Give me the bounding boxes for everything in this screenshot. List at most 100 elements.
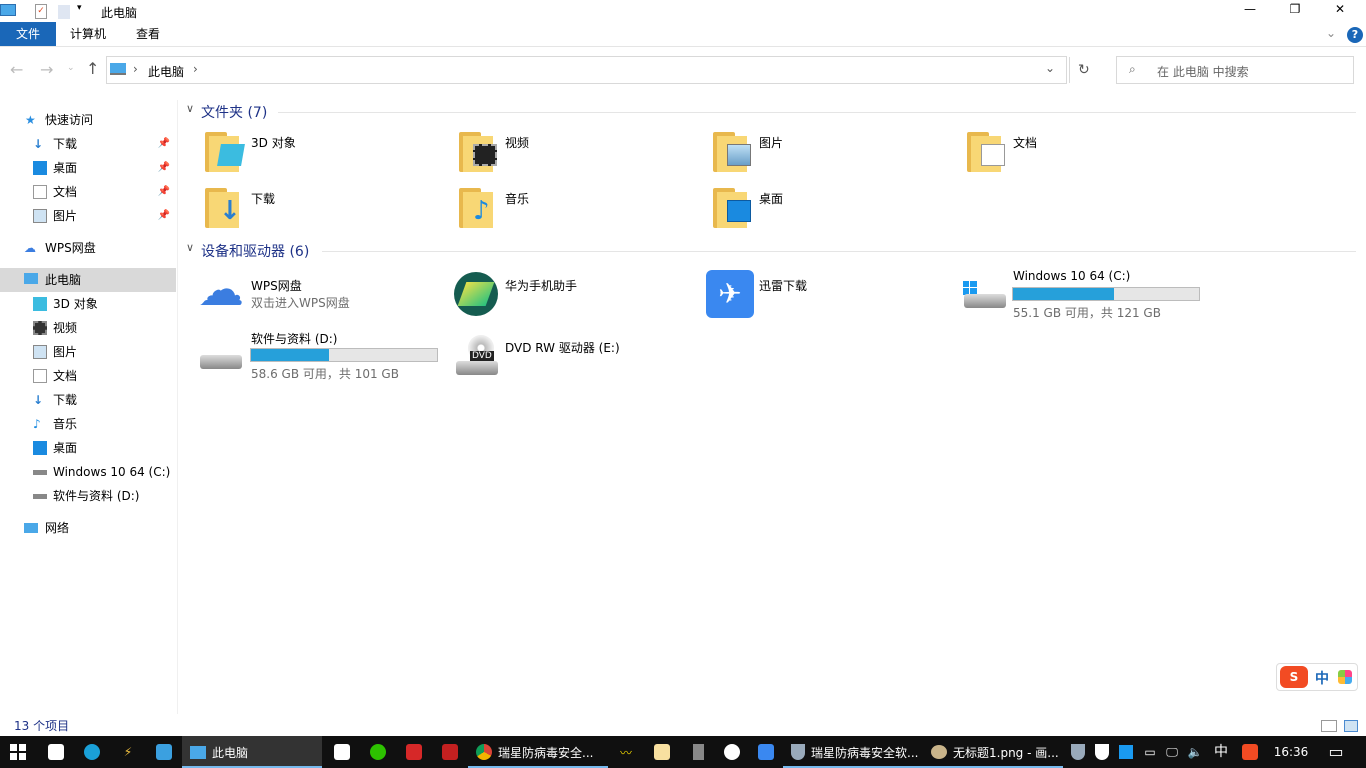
tray-security-icon[interactable] xyxy=(1092,736,1112,768)
pin-icon[interactable]: 📌 xyxy=(158,204,170,228)
action-center-button[interactable]: ▭ xyxy=(1318,736,1354,768)
note-app-icon[interactable] xyxy=(646,736,678,768)
expand-ribbon-icon[interactable]: ⌄ xyxy=(1326,26,1336,40)
nav-this-pc[interactable]: 此电脑 xyxy=(0,268,176,292)
pin-icon[interactable]: 📌 xyxy=(158,132,170,156)
autocad-icon[interactable] xyxy=(434,736,466,768)
wps-icon[interactable] xyxy=(398,736,430,768)
details-view-button[interactable] xyxy=(1321,720,1337,732)
new-folder-icon[interactable] xyxy=(58,5,70,19)
battery-icon[interactable]: ▭ xyxy=(1140,736,1160,768)
chevron-down-icon[interactable]: ∨ xyxy=(186,241,194,254)
taskbar-paint-window[interactable]: 无标题1.png - 画... xyxy=(923,736,1063,768)
ime-toolbar[interactable]: S 中 xyxy=(1276,663,1358,691)
nav-item-desktop[interactable]: 桌面 xyxy=(0,436,176,460)
quick-access-dropdown-icon[interactable]: ▾ xyxy=(77,3,82,13)
network-icon[interactable]: 🖵 xyxy=(1162,736,1182,768)
tray-app-icon[interactable] xyxy=(1116,736,1136,768)
up-button[interactable]: ↑ xyxy=(86,59,99,78)
nav-item-videos[interactable]: 视频 xyxy=(0,316,176,340)
nav-item-downloads[interactable]: ↓ 下载 xyxy=(0,388,176,412)
edge-icon[interactable] xyxy=(76,736,108,768)
xunlei-bird-icon: ✈ xyxy=(706,270,754,318)
large-icons-view-button[interactable] xyxy=(1344,720,1358,732)
forward-button[interactable]: → xyxy=(40,60,53,79)
nav-quick-access[interactable]: ★ 快速访问 xyxy=(0,108,176,132)
back-button[interactable]: ← xyxy=(10,60,23,79)
tab-computer[interactable]: 计算机 xyxy=(60,22,116,46)
minimize-button[interactable]: — xyxy=(1230,2,1270,16)
maximize-button[interactable]: ❐ xyxy=(1275,2,1315,16)
chevron-right-icon[interactable]: › xyxy=(193,62,198,76)
chevron-down-icon[interactable]: ∨ xyxy=(186,102,194,115)
nav-item-pictures[interactable]: 图片 xyxy=(0,340,176,364)
sogou-tray-icon[interactable] xyxy=(1240,736,1260,768)
tray-rising-icon[interactable] xyxy=(1068,736,1088,768)
nav-item-drive-c[interactable]: Windows 10 64 (C:) xyxy=(0,460,176,484)
drive-d[interactable]: 软件与资料 (D:) 58.6 GB 可用，共 101 GB xyxy=(198,327,448,381)
device-wps-cloud[interactable]: ☁ WPS网盘 双击进入WPS网盘 xyxy=(198,264,448,320)
recent-dropdown[interactable]: ⌄ xyxy=(67,63,75,73)
ime-indicator[interactable]: 中 xyxy=(1210,736,1232,768)
chevron-right-icon[interactable]: › xyxy=(133,62,138,76)
volume-icon[interactable]: 🔈 xyxy=(1185,736,1205,768)
help-button[interactable]: ? xyxy=(1347,27,1363,43)
calculator-icon[interactable] xyxy=(682,736,714,768)
properties-icon[interactable]: ✓ xyxy=(35,4,47,19)
baidu-netdisk-icon[interactable] xyxy=(326,736,358,768)
network-icon xyxy=(24,523,38,533)
taskbar-rising-window[interactable]: 瑞星防病毒安全软... xyxy=(783,736,923,768)
nav-item-drive-d[interactable]: 软件与资料 (D:) xyxy=(0,484,176,508)
address-bar[interactable]: › 此电脑 › ⌄ ↻ xyxy=(106,56,1090,84)
nav-network[interactable]: 网络 xyxy=(0,516,176,540)
network-monitor-icon[interactable]: 〰 xyxy=(610,736,642,768)
nav-item-documents[interactable]: 文档 xyxy=(0,364,176,388)
ime-mode[interactable]: 中 xyxy=(1315,668,1329,688)
clock[interactable]: 16:36 xyxy=(1268,736,1314,768)
control-panel-icon[interactable] xyxy=(148,736,180,768)
folder-item[interactable]: 视频 xyxy=(459,128,709,178)
nav-item-3d[interactable]: 3D 对象 xyxy=(0,292,176,316)
close-button[interactable]: ✕ xyxy=(1320,2,1360,16)
tab-file[interactable]: 文件 xyxy=(0,22,56,46)
pin-icon[interactable]: 📌 xyxy=(158,156,170,180)
start-button[interactable] xyxy=(0,736,36,768)
nav-item-pictures[interactable]: 图片 📌 xyxy=(0,204,176,228)
nav-item-music[interactable]: ♪ 音乐 xyxy=(0,412,176,436)
drive-c[interactable]: Windows 10 64 (C:) 55.1 GB 可用，共 121 GB xyxy=(962,266,1212,320)
computer-icon xyxy=(110,63,126,75)
folder-item[interactable]: 图片 xyxy=(713,128,963,178)
tab-view[interactable]: 查看 xyxy=(120,22,176,46)
refresh-button[interactable]: ↻ xyxy=(1069,57,1090,83)
nav-item-desktop[interactable]: 桌面 📌 xyxy=(0,156,176,180)
search-box[interactable]: ⌕ 在 此电脑 中搜索 xyxy=(1116,56,1354,84)
rising-shield-icon xyxy=(791,744,805,760)
taskbar-explorer-window[interactable]: 此电脑 xyxy=(182,736,322,768)
nav-item-downloads[interactable]: ↓ 下载 📌 xyxy=(0,132,176,156)
store-icon[interactable] xyxy=(40,736,72,768)
pin-icon[interactable]: 📌 xyxy=(158,180,170,204)
folder-item[interactable]: 桌面 xyxy=(713,184,963,234)
huawei-icon xyxy=(454,272,498,316)
swift-app-icon[interactable] xyxy=(716,736,748,768)
taskbar-chrome-window[interactable]: 瑞星防病毒安全... xyxy=(468,736,608,768)
folder-item[interactable]: ↓ 下载 xyxy=(205,184,455,234)
xunlei-icon[interactable] xyxy=(750,736,782,768)
thunder-tool-icon[interactable]: ⚡ xyxy=(112,736,144,768)
folder-item[interactable]: ♪ 音乐 xyxy=(459,184,709,234)
search-input[interactable]: 在 此电脑 中搜索 xyxy=(1157,63,1249,80)
desktop-icon xyxy=(33,161,47,175)
nav-item-documents[interactable]: 文档 📌 xyxy=(0,180,176,204)
film-icon xyxy=(473,144,497,166)
drive-icon xyxy=(200,355,242,369)
drive-dvd[interactable]: DVD DVD RW 驱动器 (E:) xyxy=(454,333,704,383)
folder-item[interactable]: 3D 对象 xyxy=(205,128,455,178)
nav-wps[interactable]: ☁ WPS网盘 xyxy=(0,236,176,260)
folder-item[interactable]: 文档 xyxy=(967,128,1217,178)
device-xunlei[interactable]: ✈ 迅雷下载 xyxy=(706,270,956,320)
ime-apps-icon[interactable] xyxy=(1338,670,1352,684)
breadcrumb-this-pc[interactable]: 此电脑 xyxy=(148,63,184,80)
wechat-icon[interactable] xyxy=(362,736,394,768)
address-dropdown[interactable]: ⌄ xyxy=(1045,61,1055,75)
device-huawei-assistant[interactable]: 华为手机助手 xyxy=(454,270,704,320)
